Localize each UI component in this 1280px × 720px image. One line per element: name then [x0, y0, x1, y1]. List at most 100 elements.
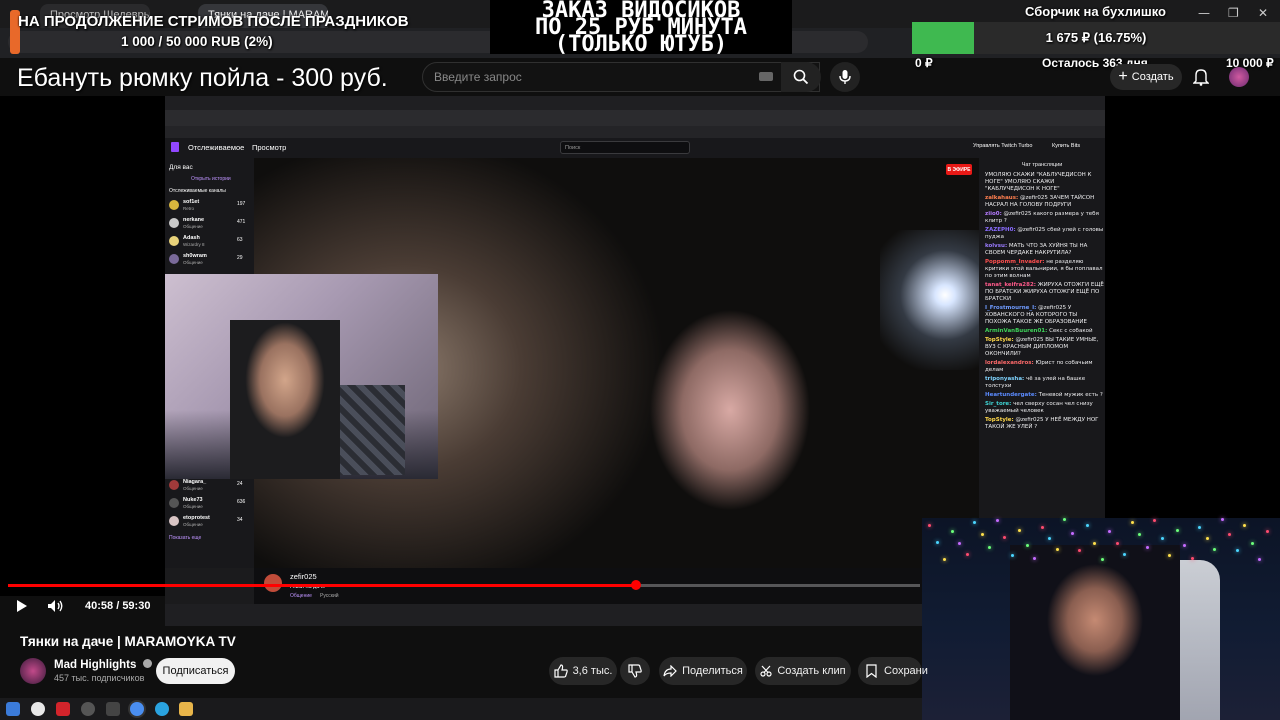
chat-message: ArminVanBuuren01: Секс с собакой — [985, 328, 1105, 335]
twitch-bits-button[interactable]: Купить Bits — [1052, 143, 1080, 149]
avatar[interactable] — [1229, 67, 1249, 87]
inner-tab-strip — [165, 96, 1105, 110]
light-bulb — [1123, 552, 1126, 556]
yandex-browser-icon[interactable] — [31, 702, 45, 716]
sidebar-channel[interactable]: sh0wram Общение 29 — [165, 252, 254, 270]
channel-name: Adash — [183, 235, 200, 241]
channel-avatar[interactable] — [20, 658, 46, 684]
close-window-button[interactable]: ✕ — [1258, 6, 1268, 20]
stream-category[interactable]: Общение — [290, 593, 312, 599]
webcam-person — [1010, 545, 1180, 720]
bookmark-icon — [866, 664, 877, 678]
light-bulb — [950, 529, 954, 533]
sidebar-channel[interactable]: Niagara_ Общение 24 — [165, 478, 254, 496]
app-icon[interactable] — [106, 702, 120, 716]
chat-text: Секс с собакой — [1049, 328, 1093, 334]
minimize-button[interactable]: — — [1198, 6, 1210, 20]
collector-min: 0 ₽ — [915, 56, 933, 70]
twitch-turbo-link[interactable]: Управлять Twitch Turbo — [973, 143, 1032, 149]
sidebar-followed-header: Отслеживаемые каналы — [169, 188, 226, 194]
yandex-icon[interactable] — [56, 702, 70, 716]
streamer-avatar[interactable] — [264, 574, 282, 592]
chat-title: Чат трансляции — [1021, 162, 1063, 168]
play-button[interactable] — [12, 596, 32, 616]
channel-name[interactable]: Mad Highlights — [54, 659, 152, 671]
light-bulb — [1130, 521, 1134, 525]
chat-text: УМОЛЯЮ СКАЖИ "КАБЛУЧЕДИСОН К НОГЕ" УМОЛЯ… — [985, 172, 1092, 192]
channel-viewers: 63 — [237, 237, 243, 243]
chat-username: TopStyle: — [985, 337, 1014, 343]
telegram-icon[interactable] — [155, 702, 169, 716]
light-bulb — [1145, 546, 1149, 550]
like-count: 3,6 тыс. — [572, 665, 613, 677]
sidebar-header: Для вас — [169, 164, 193, 171]
light-bulb — [1220, 518, 1224, 522]
progress-fill — [8, 584, 636, 587]
twitch-topbar: Отслеживаемое Просмотр Поиск Управлять T… — [165, 138, 1105, 158]
light-bulb — [1190, 557, 1194, 561]
chat-message-list: УМОЛЯЮ СКАЖИ "КАБЛУЧЕДИСОН К НОГЕ" УМОЛЯ… — [979, 172, 1105, 431]
twitch-nav-browse[interactable]: Просмотр — [252, 143, 286, 152]
sidebar-history[interactable]: Открыть истории — [191, 176, 254, 182]
channel-name: sof1et — [183, 199, 200, 205]
stream-language: Русский — [320, 593, 339, 599]
twitch-search-input[interactable]: Поиск — [560, 141, 690, 154]
channel-game: Wizardry 8 — [183, 242, 205, 247]
sidebar-channel-list: sof1et Retro 197 nerkane Общение 471 Adash Wi… — [165, 198, 254, 270]
notifications-button[interactable] — [1190, 66, 1212, 88]
create-button[interactable]: + Создать — [1110, 64, 1182, 90]
channel-game: Общение — [183, 486, 203, 491]
file-explorer-icon[interactable] — [179, 702, 193, 716]
promo-banner: ЗАКАЗ ВИДОСИКОВ ПО 25 РУБ МИНУТА (ТОЛЬКО… — [490, 0, 792, 56]
volume-button[interactable] — [45, 596, 67, 616]
channel-game: Общение — [183, 522, 203, 527]
sidebar-channel[interactable]: sof1et Retro 197 — [165, 198, 254, 216]
light-bulb — [1213, 547, 1216, 551]
chat-text: Теневой мужик есть ? — [1038, 392, 1103, 398]
light-bulb — [1115, 541, 1119, 545]
channel-viewers: 636 — [237, 499, 246, 505]
like-button[interactable]: 3,6 тыс. — [549, 657, 617, 685]
sidebar-channel[interactable]: Nuke73 Общение 636 — [165, 496, 254, 514]
webcam-stickers — [335, 385, 405, 475]
channel-name: etoprotest — [183, 515, 210, 521]
light-bulb — [1048, 536, 1051, 540]
sidebar-channel[interactable]: etoprotest Общение 34 — [165, 514, 254, 532]
search-input[interactable]: Введите запрос — [422, 62, 820, 92]
dislike-button[interactable] — [620, 657, 650, 685]
share-label: Поделиться — [682, 665, 743, 677]
progress-scrubber[interactable] — [631, 580, 641, 590]
maximize-button[interactable]: ❐ — [1228, 6, 1239, 20]
search-button[interactable] — [781, 62, 821, 92]
save-button[interactable]: Сохрани — [858, 657, 928, 685]
chat-message: I_Frostmourne_I: @zefir025 У ХОВАНСКОГО … — [985, 305, 1105, 326]
subscribe-button[interactable]: Подписаться — [156, 658, 235, 684]
channel-name: Nuke73 — [183, 497, 203, 503]
channel-avatar — [169, 254, 179, 264]
chat-message: ziio0: @zefir025 какого размера у тебя к… — [985, 211, 1105, 225]
sidebar-channel[interactable]: nerkane Общение 471 — [165, 216, 254, 234]
chat-username: Heartundergate: — [985, 392, 1037, 398]
share-button[interactable]: Поделиться — [659, 657, 747, 685]
sidebar-channel[interactable]: Adash Wizardry 8 63 — [165, 234, 254, 252]
save-label: Сохрани — [884, 665, 928, 677]
channel-game: Общение — [183, 260, 203, 265]
windows-start-icon[interactable] — [6, 702, 20, 716]
twitch-logo-icon — [171, 142, 179, 152]
keyboard-icon[interactable] — [759, 72, 773, 81]
clip-button[interactable]: Создать клип — [755, 657, 851, 685]
twitch-nav-following[interactable]: Отслеживаемое — [188, 143, 244, 152]
share-icon — [663, 665, 677, 677]
chat-username: tanat_keifra282: — [985, 282, 1036, 288]
chat-username: lordalexandros: — [985, 360, 1034, 366]
collector-title: Сборчик на бухлишко — [1025, 4, 1166, 19]
chat-message: tanat_keifra282: ЖИРУХА ОТОЖГИ ЕЩЁ ПО БР… — [985, 282, 1105, 303]
clip-label: Создать клип — [777, 665, 846, 677]
light-bulb — [1235, 548, 1239, 552]
steam-icon[interactable] — [81, 702, 95, 716]
streamer-name[interactable]: zefir025 — [290, 572, 317, 581]
chrome-icon[interactable] — [130, 702, 144, 716]
voice-search-button[interactable] — [830, 62, 860, 92]
sidebar-show-more[interactable]: Показать еще — [169, 535, 254, 541]
stream-goal-progress: 1 000 / 50 000 RUB (2%) — [121, 34, 273, 49]
